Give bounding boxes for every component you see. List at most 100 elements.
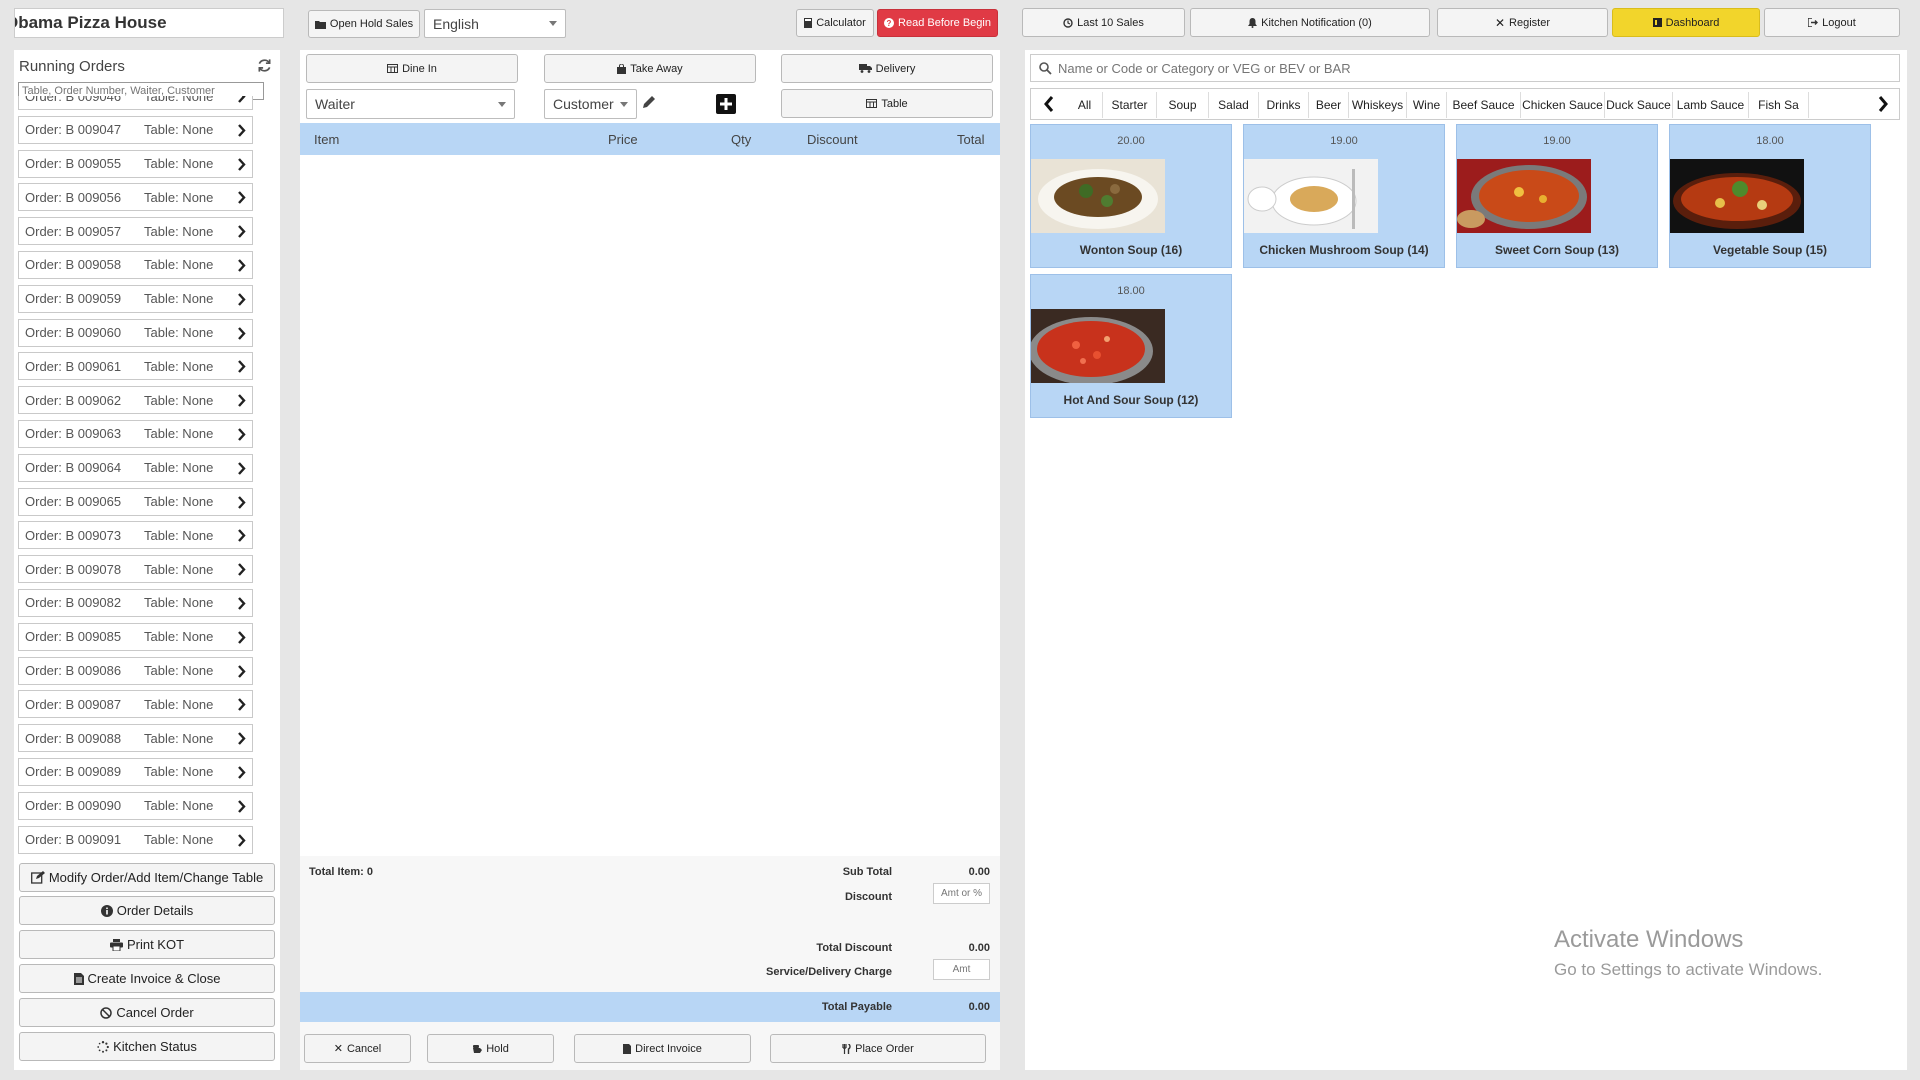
- order-row[interactable]: Order: B 009057 Table: None: [18, 217, 253, 246]
- col-item: Item: [314, 132, 340, 147]
- watermark-subtitle: Go to Settings to activate Windows.: [1554, 960, 1823, 979]
- category-tab[interactable]: Soup: [1157, 92, 1209, 118]
- plus-square-icon[interactable]: [716, 94, 736, 114]
- menu-search-input[interactable]: [1058, 59, 1888, 77]
- last-sales-button[interactable]: Last 10 Sales: [1022, 8, 1185, 37]
- order-row[interactable]: Order: B 009065 Table: None: [18, 487, 253, 516]
- customer-select[interactable]: Customer: [544, 89, 637, 119]
- order-row[interactable]: Order: B 009046 Table: None: [18, 96, 253, 110]
- logout-button[interactable]: Logout: [1764, 8, 1900, 37]
- menu-item-card[interactable]: 18.00 Hot And Sour Soup (12): [1030, 274, 1232, 418]
- order-number: Order: B 009073: [25, 527, 122, 543]
- refresh-icon[interactable]: [257, 58, 272, 73]
- category-tab[interactable]: Whiskeys: [1349, 92, 1407, 118]
- print-kot-button[interactable]: Print KOT: [19, 930, 275, 959]
- order-row[interactable]: Order: B 009059 Table: None: [18, 284, 253, 313]
- logout-icon: [1808, 18, 1819, 27]
- language-select[interactable]: English: [424, 9, 566, 38]
- category-list: All Starter Soup Salad Drinks Beer Whiskeys Win…: [1067, 89, 1867, 119]
- order-row[interactable]: Order: B 009085 Table: None: [18, 622, 253, 651]
- create-invoice-close-button[interactable]: Create Invoice & Close: [19, 964, 275, 993]
- order-number: Order: B 009058: [25, 257, 122, 273]
- read-before-begin-button[interactable]: ? Read Before Begin: [877, 9, 998, 37]
- category-tab[interactable]: Lamb Sauce: [1673, 92, 1749, 118]
- kitchen-status-button[interactable]: Kitchen Status: [19, 1032, 275, 1061]
- total-discount-label: Total Discount: [816, 942, 892, 954]
- category-tab[interactable]: Chicken Sauce: [1521, 92, 1605, 118]
- order-row[interactable]: Order: B 009047 Table: None: [18, 115, 253, 144]
- cancel-order-button[interactable]: Cancel Order: [19, 998, 275, 1027]
- dine-in-button[interactable]: Dine In: [306, 54, 518, 83]
- orders-list: Order: B 009046 Table: None Order: B 00904…: [18, 96, 268, 901]
- menu-item-photo: [1244, 159, 1378, 233]
- order-row[interactable]: Order: B 009061 Table: None: [18, 352, 253, 381]
- order-number: Order: B 009055: [25, 156, 122, 172]
- menu-item-card[interactable]: 20.00 Wonton Soup (16): [1030, 124, 1232, 268]
- register-button[interactable]: ✕ Register: [1437, 8, 1608, 37]
- category-prev-button[interactable]: [1031, 89, 1067, 119]
- category-tab[interactable]: Fish Sa: [1749, 92, 1809, 118]
- order-row[interactable]: Order: B 009055 Table: None: [18, 149, 253, 178]
- category-tab[interactable]: Beef Sauce: [1447, 92, 1521, 118]
- category-tab[interactable]: Beer: [1309, 92, 1349, 118]
- category-tab[interactable]: Duck Sauce: [1605, 92, 1673, 118]
- category-tab[interactable]: Starter: [1103, 92, 1157, 118]
- order-table: Table: None: [144, 764, 214, 780]
- kitchen-notification-button[interactable]: Kitchen Notification (0): [1190, 8, 1430, 37]
- open-hold-sales-button[interactable]: Open Hold Sales: [308, 10, 420, 38]
- calculator-button[interactable]: Calculator: [796, 9, 874, 37]
- table-button[interactable]: Table: [781, 89, 993, 118]
- order-table: Table: None: [144, 798, 214, 814]
- order-row[interactable]: Order: B 009062 Table: None: [18, 386, 253, 415]
- order-row[interactable]: Order: B 009082 Table: None: [18, 588, 253, 617]
- category-tab[interactable]: Drinks: [1259, 92, 1309, 118]
- order-table: Table: None: [144, 223, 214, 239]
- chevron-right-icon: [238, 799, 246, 813]
- order-row[interactable]: Order: B 009063 Table: None: [18, 419, 253, 448]
- dashboard-button[interactable]: Dashboard: [1612, 8, 1760, 37]
- order-row[interactable]: Order: B 009087 Table: None: [18, 690, 253, 719]
- svg-text:?: ?: [887, 19, 892, 28]
- menu-item-photo: [1457, 159, 1591, 233]
- take-away-button[interactable]: Take Away: [544, 54, 756, 83]
- col-qty: Qty: [731, 132, 752, 147]
- order-row[interactable]: Order: B 009089 Table: None: [18, 757, 253, 786]
- history-icon: [1063, 17, 1073, 28]
- waiter-select[interactable]: Waiter: [306, 89, 515, 119]
- category-next-button[interactable]: [1867, 89, 1899, 119]
- order-row[interactable]: Order: B 009060 Table: None: [18, 318, 253, 347]
- order-row[interactable]: Order: B 009078 Table: None: [18, 555, 253, 584]
- search-icon: [1039, 62, 1052, 75]
- discount-input[interactable]: [933, 883, 990, 904]
- category-tab[interactable]: Wine: [1407, 92, 1447, 118]
- order-row[interactable]: Order: B 009086 Table: None: [18, 656, 253, 685]
- col-discount: Discount: [807, 132, 858, 147]
- order-row[interactable]: Order: B 009064 Table: None: [18, 453, 253, 482]
- pencil-icon[interactable]: [642, 95, 656, 109]
- category-tab[interactable]: Salad: [1209, 92, 1259, 118]
- order-row[interactable]: Order: B 009090 Table: None: [18, 791, 253, 820]
- activate-windows-watermark: Activate Windows Go to Settings to activ…: [1554, 926, 1822, 980]
- hold-button[interactable]: Hold: [427, 1034, 554, 1063]
- category-tab[interactable]: All: [1067, 92, 1103, 118]
- menu-item-card[interactable]: 19.00 Sweet Corn Soup (13): [1456, 124, 1658, 268]
- modify-order-button[interactable]: Modify Order/Add Item/Change Table: [19, 863, 275, 892]
- order-row[interactable]: Order: B 009091 Table: None: [18, 825, 253, 854]
- order-row[interactable]: Order: B 009088 Table: None: [18, 724, 253, 753]
- order-row[interactable]: Order: B 009056 Table: None: [18, 183, 253, 212]
- order-row[interactable]: Order: B 009073 Table: None: [18, 521, 253, 550]
- direct-invoice-button[interactable]: Direct Invoice: [574, 1034, 751, 1063]
- place-order-button[interactable]: Place Order: [770, 1034, 986, 1063]
- menu-search-box[interactable]: [1030, 54, 1900, 82]
- order-row[interactable]: Order: B 009058 Table: None: [18, 250, 253, 279]
- order-details-button[interactable]: Order Details: [19, 896, 275, 925]
- delivery-button[interactable]: Delivery: [781, 54, 993, 83]
- truck-icon: [858, 64, 872, 73]
- menu-item-card[interactable]: 18.00 Vegetable Soup (15): [1669, 124, 1871, 268]
- chevron-left-icon: [1044, 96, 1054, 112]
- cancel-button[interactable]: ✕ Cancel: [304, 1034, 411, 1063]
- chevron-down-icon: [549, 21, 557, 26]
- menu-item-card[interactable]: 19.00 Chicken Mushroom Soup (14): [1243, 124, 1445, 268]
- service-charge-input[interactable]: [933, 959, 990, 980]
- order-table: Table: None: [144, 96, 214, 104]
